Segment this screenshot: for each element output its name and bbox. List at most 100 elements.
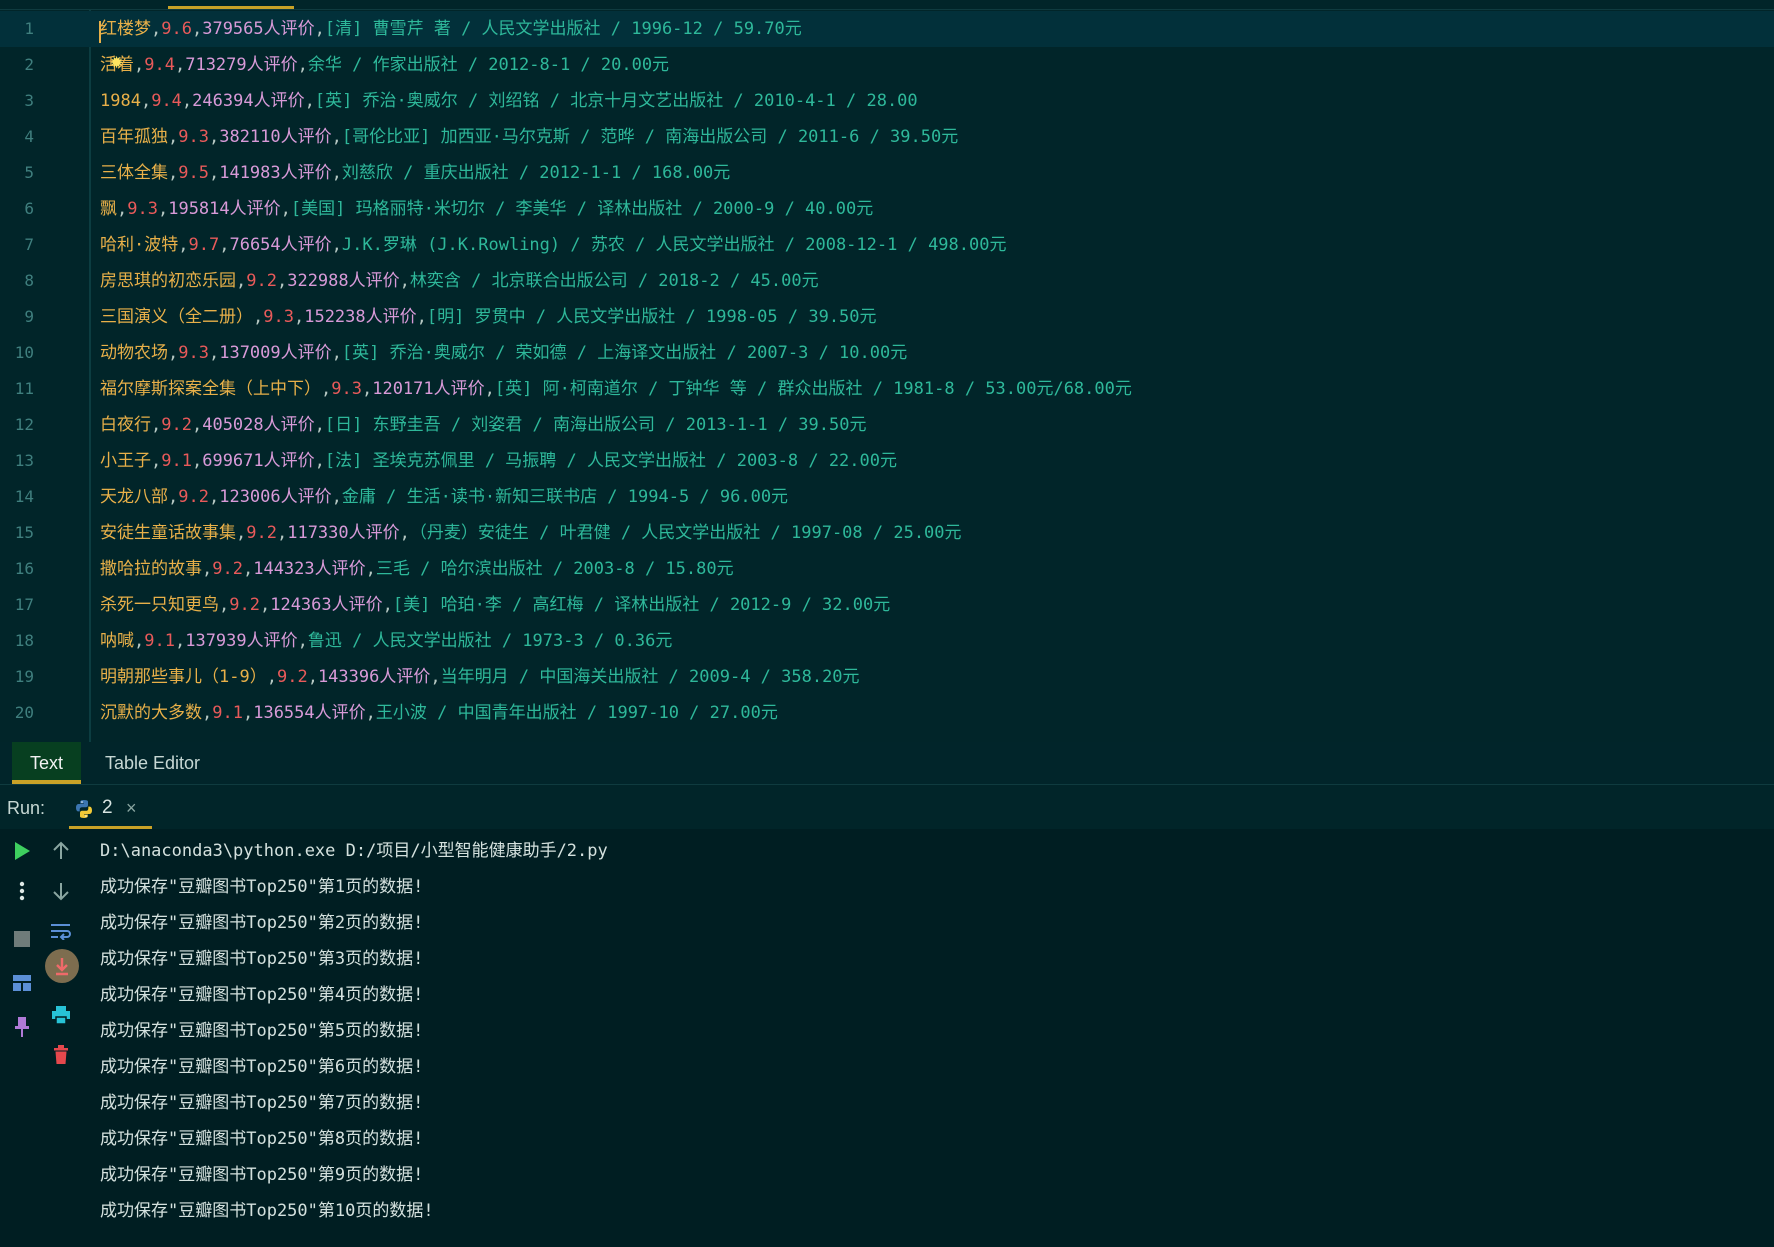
rating-count: 123006 (219, 487, 281, 507)
editor-line[interactable]: 6 飘,9.3,195814人评价,[美国] 玛格丽特·米切尔 / 李美华 / 译… (0, 191, 1774, 227)
comma: , (157, 199, 169, 219)
book-publication-info: J.K.罗琳 (J.K.Rowling) / 苏农 / 人民文学出版社 / 20… (341, 235, 1007, 255)
rating-count: 136554 (253, 703, 315, 723)
book-publication-info: 金庸 / 生活·读书·新知三联书店 / 1994-5 / 96.00元 (341, 487, 789, 507)
light-bulb-icon[interactable]: ✹ (110, 51, 123, 73)
trash-icon[interactable] (47, 1041, 75, 1069)
line-number: 18 (14, 631, 34, 650)
stop-icon[interactable] (8, 925, 36, 953)
more-vertical-icon[interactable] (8, 877, 36, 905)
comma: , (174, 55, 186, 75)
book-rating: 9.5 (178, 163, 209, 183)
editor-line[interactable]: 1 红楼梦,9.6,379565人评价,[清] 曹雪芹 著 / 人民文学出版社 /… (0, 11, 1774, 47)
editor-line[interactable]: 19 明朝那些事儿（1-9）,9.2,143396人评价,当年明月 / 中国海关出… (0, 659, 1774, 695)
comma: , (191, 415, 203, 435)
soft-wrap-icon[interactable] (47, 917, 75, 945)
rating-count-suffix: 人评价 (314, 559, 366, 579)
divider (0, 9, 1774, 10)
line-number: 14 (14, 487, 34, 506)
play-icon[interactable] (8, 837, 36, 865)
comma: , (331, 487, 342, 507)
editor-line[interactable]: 7 哈利·波特,9.7,76654人评价,J.K.罗琳 (J.K.Rowling)… (0, 227, 1774, 263)
comma: , (331, 235, 342, 255)
comma: , (297, 55, 308, 75)
editor-line[interactable]: 16 撒哈拉的故事,9.2,144323人评价,三毛 / 哈尔滨出版社 / 200… (0, 551, 1774, 587)
editor-line[interactable]: 4 百年孤独,9.3,382110人评价,[哥伦比亚] 加西亚·马尔克斯 / 范晔… (0, 119, 1774, 155)
rating-count: 382110 (219, 127, 281, 147)
arrow-up-icon[interactable] (47, 837, 75, 865)
editor-line[interactable]: 15 安徒生童话故事集,9.2,117330人评价,（丹麦）安徒生 / 叶君健 /… (0, 515, 1774, 551)
book-title: 明朝那些事儿（1-9） (100, 667, 267, 687)
line-number: 7 (24, 235, 34, 254)
book-title: 沉默的大多数 (100, 703, 202, 723)
comma: , (219, 595, 230, 615)
rating-count-suffix: 人评价 (331, 595, 383, 615)
comma: , (208, 127, 220, 147)
book-title: 天龙八部 (100, 487, 168, 507)
editor-line[interactable]: 11 福尔摩斯探案全集（上中下）,9.3,120171人评价,[英] 阿·柯南道尔… (0, 371, 1774, 407)
book-title: 三体全集 (100, 163, 168, 183)
book-rating: 9.3 (331, 379, 362, 399)
editor-line[interactable]: 3 1984,9.4,246394人评价,[英] 乔治·奥威尔 / 刘绍铭 / 北… (0, 83, 1774, 119)
run-console[interactable]: D:\anaconda3\python.exe D:/项目/小型智能健康助手/2… (0, 829, 1774, 1247)
editor-line[interactable]: 18 呐喊,9.1,137939人评价,鲁迅 / 人民文学出版社 / 1973-3… (0, 623, 1774, 659)
editor-line[interactable]: 2 活着,9.4,713279人评价,余华 / 作家出版社 / 2012-8-1 … (0, 47, 1774, 83)
editor-line[interactable]: 17 杀死一只知更鸟,9.2,124363人评价,[美] 哈珀·李 / 高红梅 /… (0, 587, 1774, 623)
comma: , (382, 595, 393, 615)
editor-line[interactable]: 13 小王子,9.1,699671人评价,[法] 圣埃克苏佩里 / 马振聘 / 人… (0, 443, 1774, 479)
editor-line[interactable]: 5 三体全集,9.5,141983人评价,刘慈欣 / 重庆出版社 / 2012-1… (0, 155, 1774, 191)
csv-record: 房思琪的初恋乐园,9.2,322988人评价,林奕含 / 北京联合出版公司 / … (100, 263, 819, 299)
book-publication-info: [美国] 玛格丽特·米切尔 / 李美华 / 译林出版社 / 2000-9 / 4… (290, 199, 874, 219)
rating-count: 143396 (317, 667, 380, 687)
arrow-down-icon[interactable] (47, 877, 75, 905)
comma: , (117, 199, 128, 219)
comma: , (331, 343, 342, 363)
line-number: 1 (24, 19, 34, 38)
editor-line[interactable]: 20 沉默的大多数,9.1,136554人评价,王小波 / 中国青年出版社 / 1… (0, 695, 1774, 731)
csv-record: 安徒生童话故事集,9.2,117330人评价,（丹麦）安徒生 / 叶君健 / 人… (100, 515, 962, 551)
console-output-line: 成功保存"豆瓣图书Top250"第5页的数据! (100, 1021, 424, 1041)
book-publication-info: 刘慈欣 / 重庆出版社 / 2012-1-1 / 168.00元 (341, 163, 731, 183)
scroll-to-end-icon[interactable] (45, 949, 79, 983)
book-rating: 9.3 (178, 343, 209, 363)
line-number: 5 (24, 163, 34, 182)
tab-text[interactable]: Text (12, 742, 82, 784)
run-tab-2[interactable]: 2 × (66, 787, 152, 829)
comma: , (202, 559, 213, 579)
rating-count-suffix: 人评价 (280, 163, 332, 183)
editor-line[interactable]: 10 动物农场,9.3,137009人评价,[英] 乔治·奥威尔 / 荣如德 / … (0, 335, 1774, 371)
book-rating: 9.4 (151, 91, 182, 111)
csv-editor[interactable]: 1 红楼梦,9.6,379565人评价,[清] 曹雪芹 著 / 人民文学出版社 /… (0, 0, 1774, 742)
editor-line[interactable]: 12 白夜行,9.2,405028人评价,[日] 东野圭吾 / 刘姿君 / 南海出… (0, 407, 1774, 443)
book-title: 房思琪的初恋乐园 (100, 271, 236, 291)
rating-count: 246394 (192, 91, 254, 111)
book-publication-info: [明] 罗贯中 / 人民文学出版社 / 1998-05 / 39.50元 (426, 307, 877, 327)
csv-record: 天龙八部,9.2,123006人评价,金庸 / 生活·读书·新知三联书店 / 1… (100, 479, 788, 515)
editor-line[interactable]: 14 天龙八部,9.2,123006人评价,金庸 / 生活·读书·新知三联书店 /… (0, 479, 1774, 515)
console-output-line: 成功保存"豆瓣图书Top250"第4页的数据! (100, 985, 424, 1005)
console-toolbar-right (45, 829, 87, 1247)
csv-record: 呐喊,9.1,137939人评价,鲁迅 / 人民文学出版社 / 1973-3 /… (100, 623, 672, 659)
close-icon[interactable]: × (126, 787, 137, 829)
print-icon[interactable] (47, 1001, 75, 1029)
book-title: 福尔摩斯探案全集（上中下） (100, 379, 321, 399)
book-title: 白夜行 (100, 415, 151, 435)
book-publication-info: 余华 / 作家出版社 / 2012-8-1 / 20.00元 (307, 55, 670, 75)
book-rating: 9.3 (178, 127, 209, 147)
editor-line[interactable]: 8 房思琪的初恋乐园,9.2,322988人评价,林奕含 / 北京联合出版公司 /… (0, 263, 1774, 299)
comma: , (151, 19, 162, 39)
rating-count: 195814 (168, 199, 230, 219)
comma: , (191, 19, 203, 39)
book-publication-info: [英] 乔治·奥威尔 / 刘绍铭 / 北京十月文艺出版社 / 2010-4-1 … (314, 91, 918, 111)
console-output-line: 成功保存"豆瓣图书Top250"第3页的数据! (100, 949, 424, 969)
csv-record: 红楼梦,9.6,379565人评价,[清] 曹雪芹 著 / 人民文学出版社 / … (100, 11, 802, 47)
book-publication-info: [法] 圣埃克苏佩里 / 马振聘 / 人民文学出版社 / 2003-8 / 22… (324, 451, 897, 471)
book-title: 安徒生童话故事集 (100, 523, 236, 543)
layout-icon[interactable] (8, 969, 36, 997)
tab-table-editor[interactable]: Table Editor (87, 742, 218, 784)
editor-line[interactable]: 9 三国演义（全二册）,9.3,152238人评价,[明] 罗贯中 / 人民文学出… (0, 299, 1774, 335)
comma: , (236, 271, 247, 291)
book-publication-info: （丹麦）安徒生 / 叶君健 / 人民文学出版社 / 1997-08 / 25.0… (409, 523, 962, 543)
pin-icon[interactable] (8, 1013, 36, 1041)
editor-mode-tabs: Text Table Editor (0, 742, 1774, 784)
